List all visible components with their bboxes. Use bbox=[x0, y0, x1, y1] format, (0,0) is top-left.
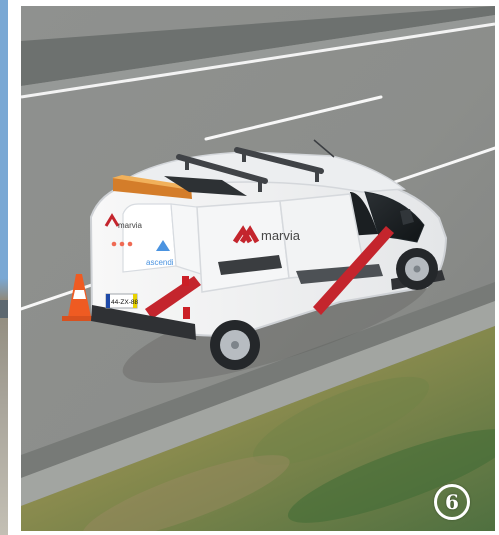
side-brand-text: marvia bbox=[261, 228, 301, 243]
partner-logo-text: ascendi bbox=[146, 258, 174, 267]
rear-wheel bbox=[210, 320, 260, 370]
license-plate: 44-ZX-88 bbox=[105, 293, 138, 309]
highway-photo: marvia marvia ascendi 44-ZX-88 6 bbox=[21, 6, 495, 531]
number-badge-icon: 6 bbox=[434, 484, 470, 520]
left-photo-strip bbox=[0, 0, 8, 535]
side-logo-art: marvia bbox=[232, 225, 301, 244]
photo-frame: marvia marvia ascendi 44-ZX-88 6 bbox=[0, 0, 499, 535]
highway-photo-svg: marvia marvia ascendi 44-ZX-88 bbox=[21, 6, 495, 531]
badge-number: 6 bbox=[445, 490, 459, 514]
plate-text: 44-ZX-88 bbox=[111, 299, 138, 306]
front-wheel bbox=[396, 248, 438, 290]
rear-brand-text: marvia bbox=[118, 221, 143, 230]
